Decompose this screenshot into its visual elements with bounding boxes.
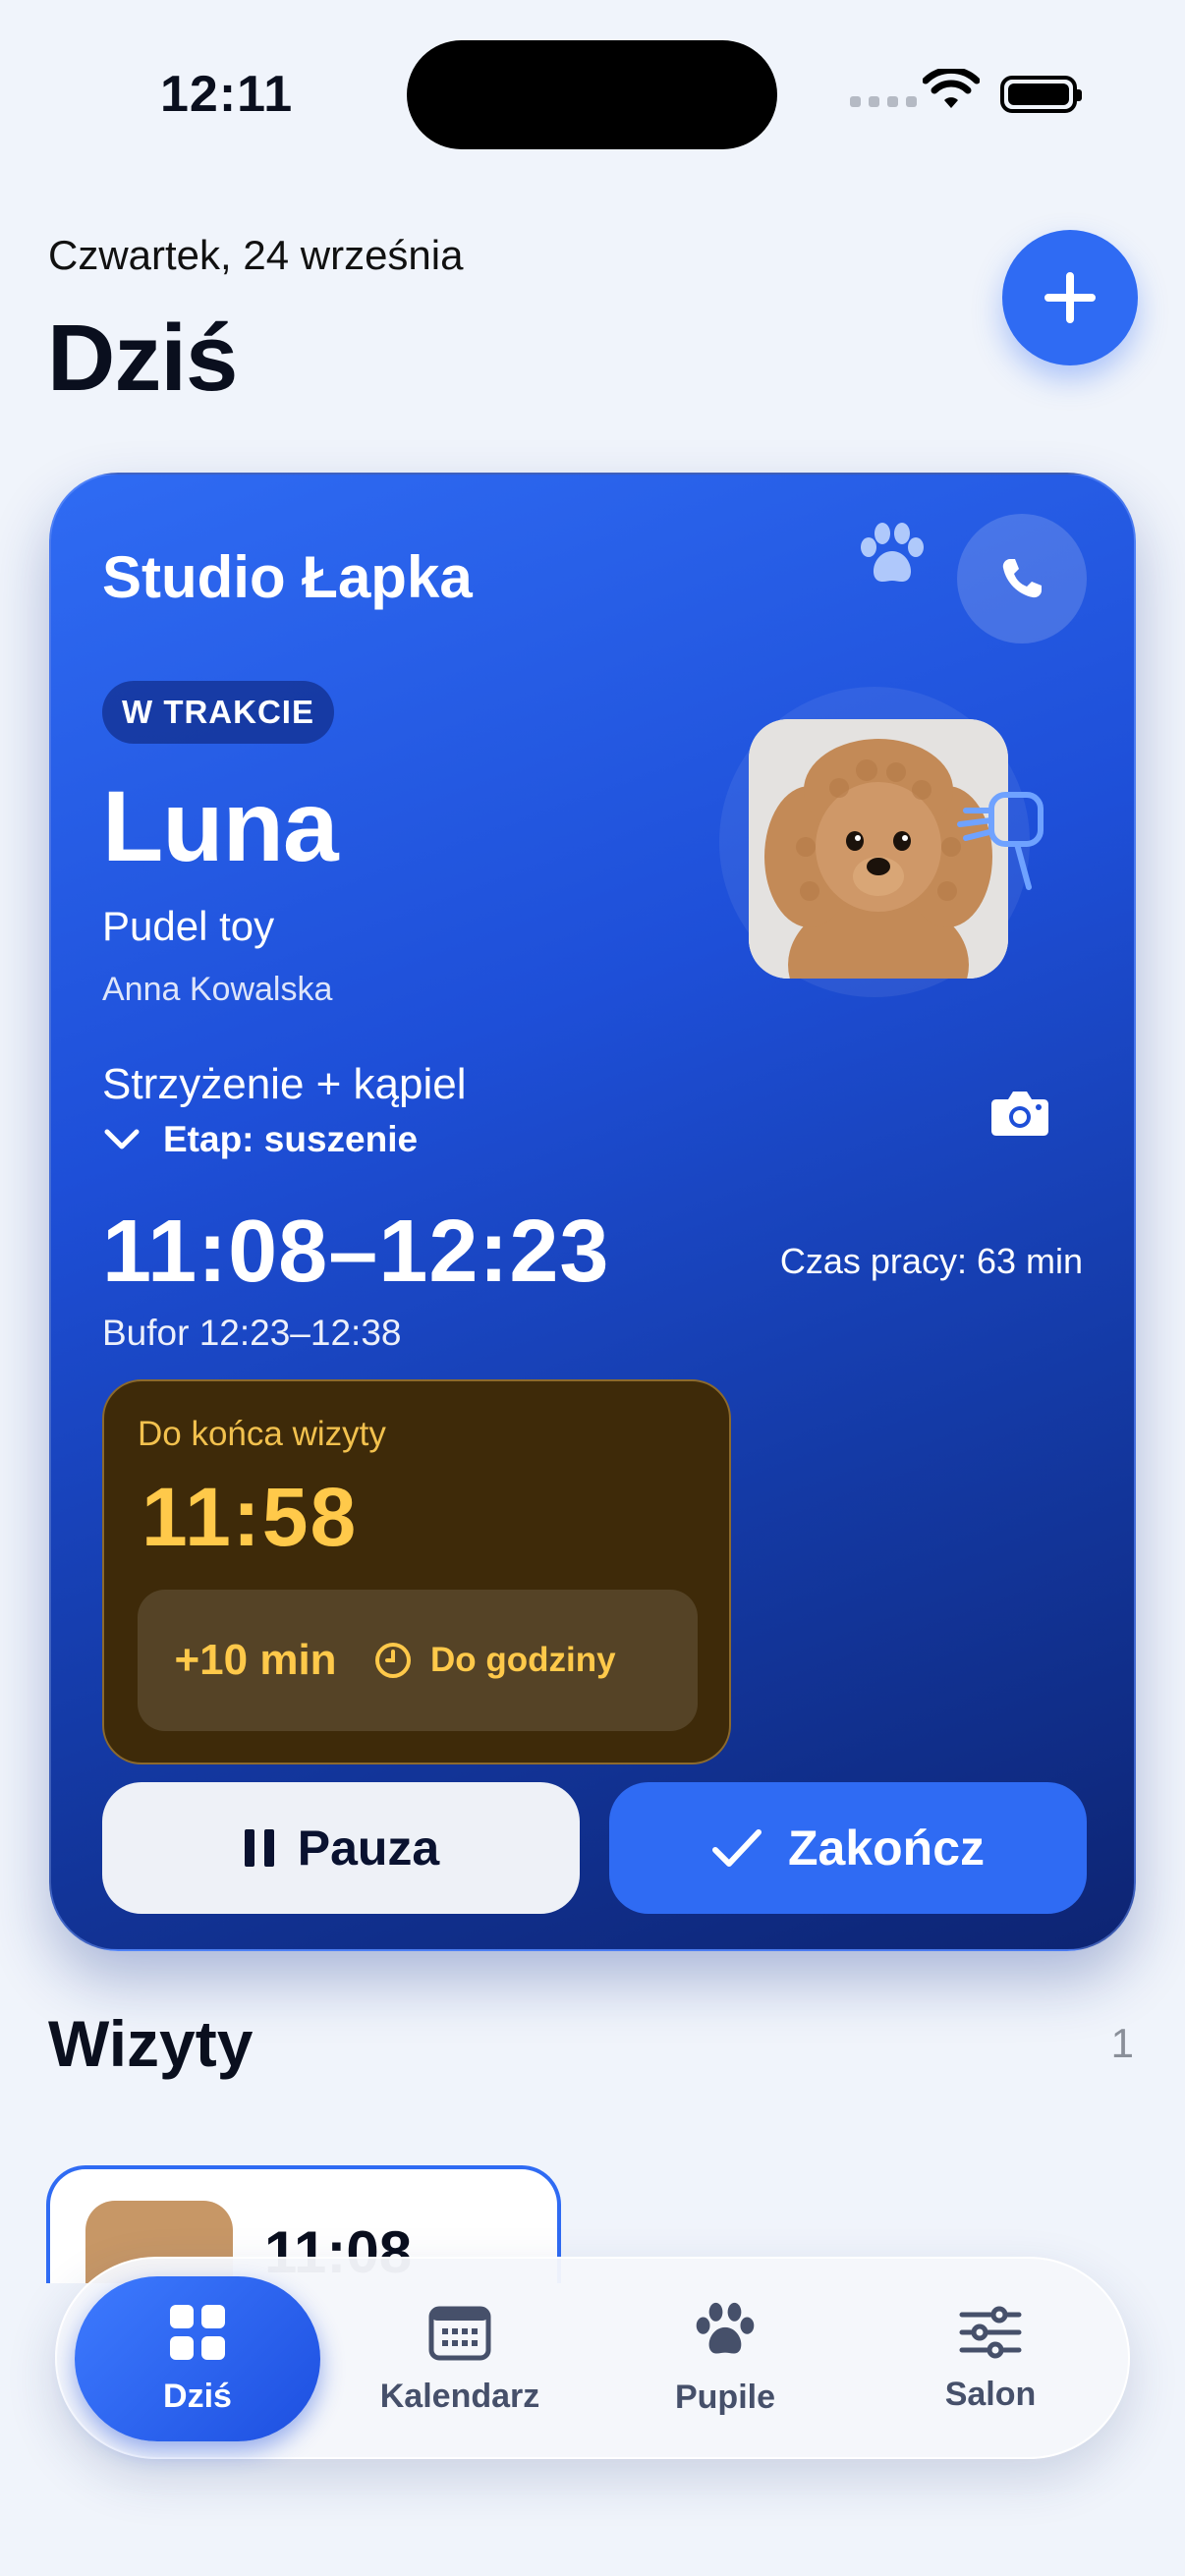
clock-icon xyxy=(375,1643,411,1678)
buffer-time: Bufor 12:23–12:38 xyxy=(102,1313,402,1353)
tab-bar: Dziś Kalendarz Pupile Salon xyxy=(55,2257,1130,2459)
countdown-actions: +10 min Do godziny xyxy=(138,1590,698,1731)
wifi-icon xyxy=(923,69,980,108)
owner-name: Anna Kowalska xyxy=(102,971,333,1008)
plus-icon xyxy=(1044,272,1096,323)
pause-icon xyxy=(244,1829,274,1867)
tab-pets-label: Pupile xyxy=(674,2378,776,2416)
tab-pets[interactable]: Pupile xyxy=(603,2276,847,2441)
grid-icon xyxy=(170,2304,225,2360)
status-time: 12:11 xyxy=(160,66,294,123)
tab-calendar-label: Kalendarz xyxy=(379,2377,540,2415)
signal-icon xyxy=(850,96,917,107)
countdown-time: 11:58 xyxy=(141,1471,359,1563)
tab-salon-label: Salon xyxy=(944,2375,1037,2413)
calendar-icon xyxy=(428,2306,491,2360)
stage-toggle[interactable]: Etap: suszenie xyxy=(102,1119,418,1160)
page-title: Dziś xyxy=(47,306,238,411)
pause-label: Pauza xyxy=(297,1820,440,1876)
chevron-down-icon xyxy=(104,1129,140,1149)
status-badge: W TRAKCIE xyxy=(102,681,334,744)
tab-today[interactable]: Dziś xyxy=(75,2276,320,2441)
camera-icon[interactable] xyxy=(988,1086,1051,1139)
paw-icon xyxy=(861,523,924,582)
service-name: Strzyżenie + kąpiel xyxy=(102,1060,467,1108)
call-button[interactable] xyxy=(957,514,1087,644)
hair-dryer-icon xyxy=(957,792,1044,890)
pause-button[interactable]: Pauza xyxy=(102,1782,580,1914)
finish-label: Zakończ xyxy=(787,1820,986,1876)
countdown-panel: Do końca wizyty 11:58 +10 min Do godziny xyxy=(102,1379,731,1764)
add-visit-button[interactable] xyxy=(1002,230,1138,365)
tab-salon[interactable]: Salon xyxy=(869,2276,1112,2441)
paw-icon xyxy=(696,2302,755,2354)
pet-breed: Pudel toy xyxy=(102,903,275,949)
date-label: Czwartek, 24 września xyxy=(48,232,464,278)
extend-10-min-button[interactable]: +10 min xyxy=(138,1636,373,1685)
sliders-icon xyxy=(959,2306,1022,2358)
battery-icon xyxy=(1000,76,1082,113)
stage-label: Etap: suszenie xyxy=(163,1119,419,1159)
visits-section-title: Wizyty xyxy=(48,2007,254,2080)
salon-name: Studio Łapka xyxy=(102,544,473,610)
visits-count: 1 xyxy=(1110,2020,1134,2066)
checkmark-icon xyxy=(711,1829,762,1867)
tab-calendar[interactable]: Kalendarz xyxy=(338,2276,582,2441)
work-time: Czas pracy: 63 min xyxy=(779,1241,1083,1281)
countdown-label: Do końca wizyty xyxy=(138,1415,386,1453)
dynamic-island xyxy=(407,40,777,149)
appointment-time-range: 11:08–12:23 xyxy=(102,1203,610,1301)
pet-name: Luna xyxy=(102,770,339,882)
tab-today-label: Dziś xyxy=(163,2377,232,2415)
until-time-button[interactable]: Do godziny xyxy=(373,1641,616,1680)
phone-icon xyxy=(1002,559,1042,598)
current-visit-card[interactable]: Studio Łapka W TRAKCIE Luna Pudel toy An… xyxy=(49,473,1136,1951)
until-time-label: Do godziny xyxy=(430,1641,616,1679)
finish-button[interactable]: Zakończ xyxy=(609,1782,1087,1914)
